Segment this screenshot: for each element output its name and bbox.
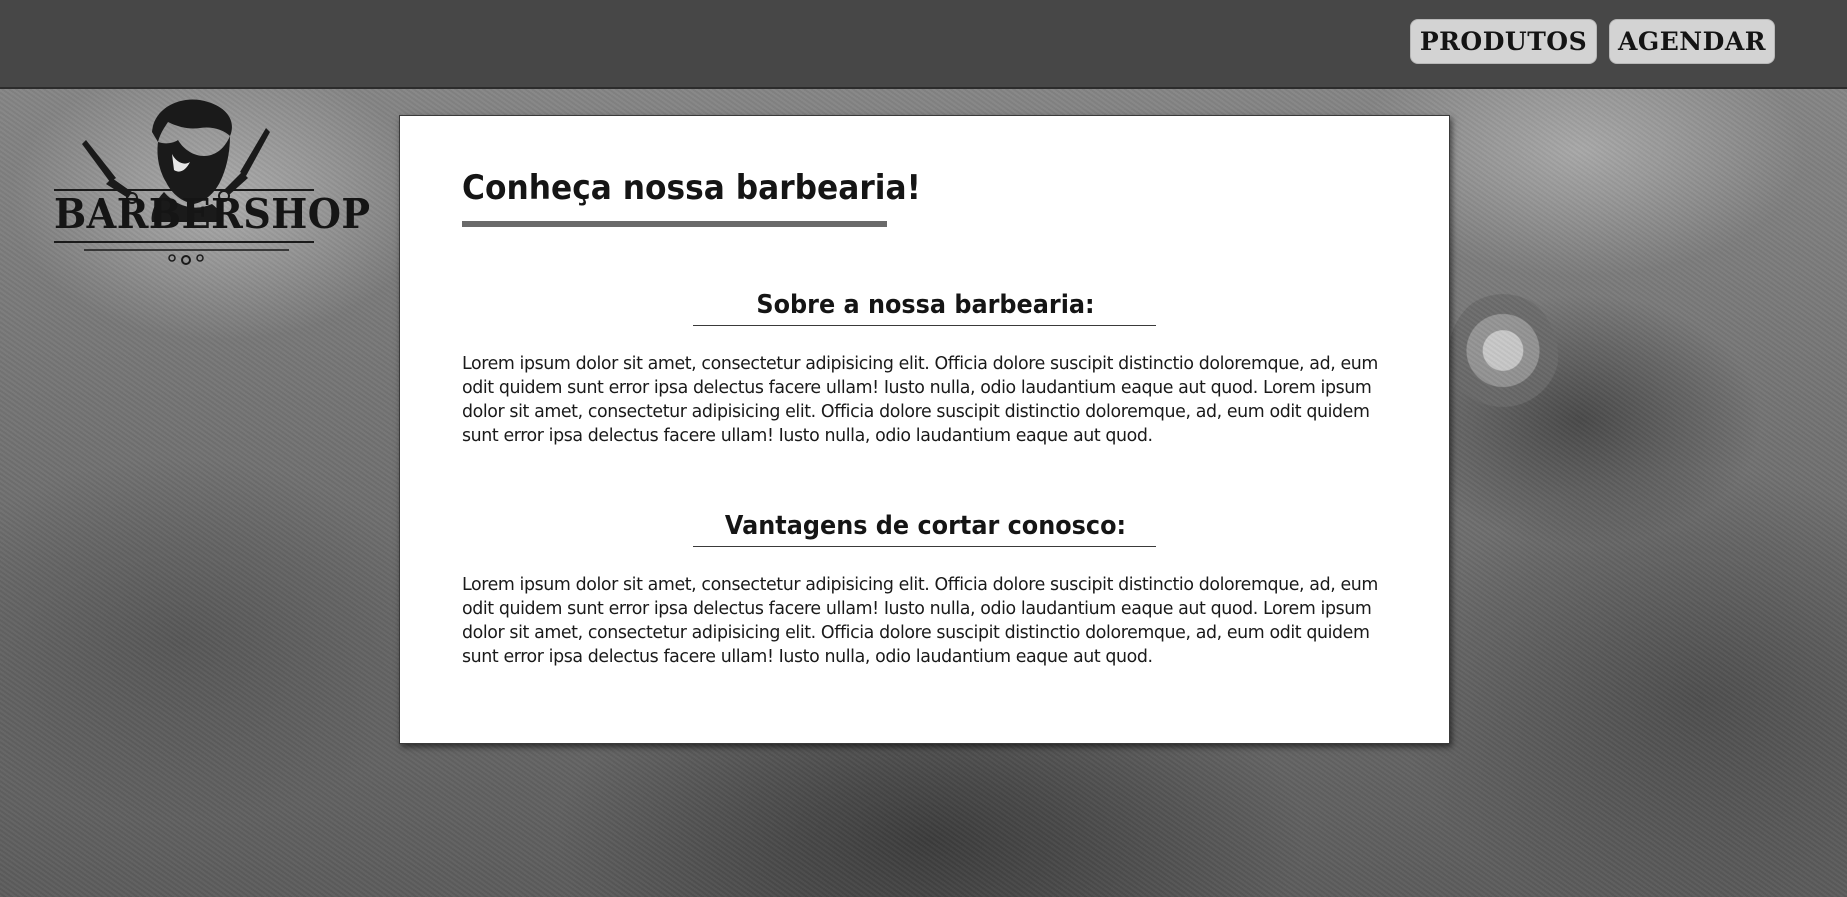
- section-text-advantages: Lorem ipsum dolor sit amet, consectetur …: [462, 575, 1378, 667]
- section-heading-about: Sobre a nossa barbearia:: [756, 290, 1095, 320]
- section-divider-advantages: [693, 546, 1156, 547]
- wristwatch-detail: [1448, 292, 1558, 422]
- page-title: Conheça nossa barbearia!: [462, 168, 921, 208]
- barbershop-logo[interactable]: BARBERSHOP: [44, 92, 371, 272]
- section-text-about: Lorem ipsum dolor sit amet, consectetur …: [462, 354, 1378, 446]
- nav-produtos-button[interactable]: PRODUTOS: [1410, 19, 1597, 64]
- content-card: Conheça nossa barbearia! Sobre a nossa b…: [399, 115, 1450, 744]
- nav-agendar-button[interactable]: AGENDAR: [1609, 19, 1775, 64]
- top-header: PRODUTOS AGENDAR: [0, 0, 1847, 89]
- logo-text: BARBERSHOP: [53, 190, 371, 238]
- section-divider-about: [693, 325, 1156, 326]
- section-heading-advantages: Vantagens de cortar conosco:: [724, 511, 1127, 541]
- barber-beard-icon: [54, 99, 314, 265]
- title-underline: [462, 221, 887, 227]
